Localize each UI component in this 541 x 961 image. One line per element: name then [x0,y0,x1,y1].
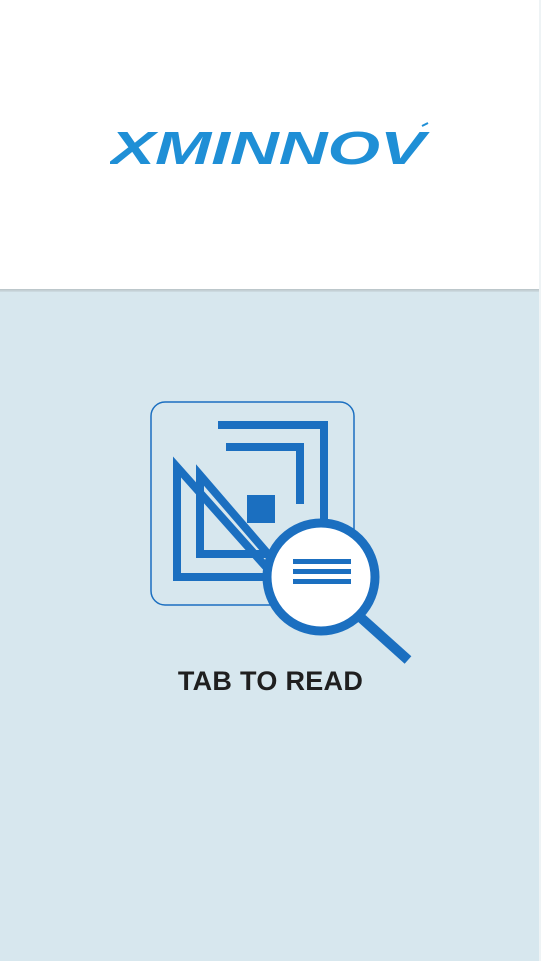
app-screen: XMINNOV TAB TO READ [0,0,541,961]
header: XMINNOV [0,0,541,289]
main-panel: TAB TO READ [0,292,541,961]
tap-to-read-button[interactable] [140,392,420,712]
rfid-tag-magnifier-icon [150,401,412,664]
brand-logo-text: XMINNOV [110,122,430,170]
brand-logo: XMINNOV [110,122,430,170]
tap-to-read-label[interactable]: TAB TO READ [0,666,541,697]
